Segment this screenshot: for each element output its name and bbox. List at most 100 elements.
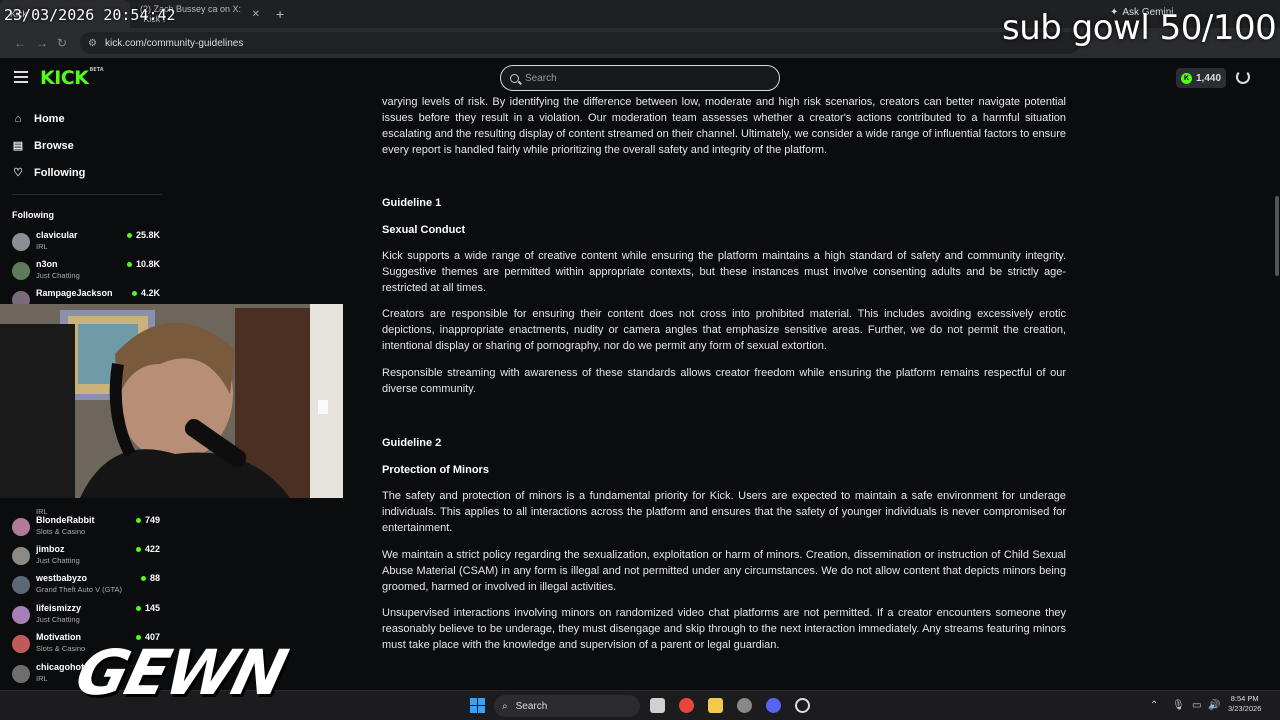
viewer-count: 4.2K [132, 288, 160, 298]
viewer-count: 422 [136, 544, 160, 554]
channel-name: westbabyzo [36, 573, 88, 583]
avatar [12, 665, 30, 683]
kick-logo[interactable]: KICKBETA [40, 67, 104, 89]
sidebar-item-browse[interactable]: ▤ Browse [12, 140, 74, 152]
coins-count: 1,440 [1196, 72, 1222, 84]
channel-category: Slots & Casino [36, 527, 86, 536]
user-menu-icon[interactable] [1236, 70, 1250, 84]
channel-category: IRL [36, 242, 48, 251]
viewer-count: 749 [136, 515, 160, 525]
url-field[interactable]: ⚙ kick.com/community-guidelines [80, 32, 1080, 54]
guideline-title: Protection of Minors [382, 464, 489, 476]
channel-category: IRL [36, 674, 48, 683]
task-view-icon[interactable] [650, 698, 665, 713]
microphone-icon[interactable]: 🎙 [1172, 700, 1185, 711]
avatar [12, 606, 30, 624]
channel-category: Just Chatting [36, 271, 80, 280]
channel-name: jimboz [36, 544, 65, 554]
guideline-label: Guideline 2 [382, 437, 442, 449]
guideline-paragraph: We maintain a strict policy regarding th… [382, 549, 1066, 593]
guideline-paragraph: Creators are responsible for ensuring th… [382, 308, 1066, 352]
following-channel[interactable]: clavicular IRL 25.8K [12, 229, 160, 255]
channel-category: Just Chatting [36, 556, 80, 565]
gewn-watermark: GEWN [68, 636, 293, 709]
following-channel[interactable]: lifeismizzy Just Chatting 145 [12, 602, 160, 628]
channel-name: lifeismizzy [36, 603, 82, 613]
chevron-up-icon[interactable]: ⌃ [1150, 700, 1158, 711]
search-icon: ⌕ [502, 700, 508, 712]
sidebar-item-home[interactable]: ⌂ Home [12, 113, 65, 125]
viewer-count: 25.8K [127, 230, 160, 240]
clock-app-icon[interactable] [795, 698, 810, 713]
network-icon[interactable]: ▭ [1192, 700, 1201, 711]
volume-icon[interactable]: 🔊 [1208, 700, 1220, 711]
channel-name: RampageJackson [36, 288, 113, 298]
hamburger-menu-icon[interactable] [14, 71, 28, 83]
webcam-overlay [0, 304, 343, 498]
avatar [12, 262, 30, 280]
heart-icon: ♡ [13, 167, 23, 179]
channel-category: Just Chatting [36, 615, 80, 624]
chrome-icon[interactable] [679, 698, 694, 713]
avatar [12, 635, 30, 653]
back-icon[interactable]: ← [8, 36, 32, 50]
sidebar-item-following[interactable]: ♡ Following [12, 167, 85, 179]
search-placeholder: Search [525, 72, 557, 84]
file-explorer-icon[interactable] [708, 698, 723, 713]
sidebar-item-label: Home [34, 113, 65, 125]
browse-icon: ▤ [12, 140, 24, 152]
guideline-paragraph: Responsible streaming with awareness of … [382, 367, 1066, 395]
webcam-image [0, 304, 343, 498]
guideline-paragraph: Unsupervised interactions involving mino… [382, 607, 1066, 651]
guideline-label: Guideline 1 [382, 197, 442, 209]
channel-name: Motivation [36, 632, 81, 642]
url-text: kick.com/community-guidelines [104, 37, 244, 49]
taskbar-time: 8:54 PM [1230, 694, 1259, 703]
taskbar-date: 3/23/2026 [1228, 704, 1262, 713]
intro-paragraph: varying levels of risk. By identifying t… [382, 96, 1067, 156]
close-icon[interactable]: ✕ [252, 9, 260, 20]
logo-text: KICK [40, 67, 89, 89]
avatar [12, 547, 30, 565]
viewer-count: 10.8K [127, 259, 160, 269]
sub-goal-overlay: sub gowl 50/100 [1002, 8, 1277, 48]
avatar [12, 233, 30, 251]
search-input[interactable]: Search [500, 65, 780, 91]
channel-category: Slots & Casino [36, 644, 86, 653]
discord-icon[interactable] [766, 698, 781, 713]
taskbar-search-label: Search [515, 700, 548, 712]
reload-icon[interactable]: ↻ [50, 36, 74, 50]
following-channel[interactable]: n3on Just Chatting 10.8K [12, 258, 160, 284]
taskbar-search[interactable]: ⌕ Search [494, 695, 640, 717]
stream-clock: 23/03/2026 20:54:42 [4, 6, 176, 24]
viewer-count: 88 [141, 573, 160, 583]
guideline-paragraph: Kick supports a wide range of creative c… [382, 250, 1066, 294]
page-scrollbar[interactable] [1275, 196, 1279, 276]
sidebar-item-label: Following [34, 167, 86, 179]
viewer-count: 145 [136, 603, 160, 613]
search-icon [510, 73, 519, 83]
guideline-title: Sexual Conduct [382, 224, 466, 236]
channel-name: n3on [36, 259, 58, 269]
sidebar-divider [12, 194, 162, 195]
sidebar-item-label: Browse [34, 140, 74, 152]
avatar [12, 518, 30, 536]
site-info-icon[interactable]: ⚙ [88, 38, 97, 49]
coin-icon: K [1181, 72, 1192, 84]
channel-name: clavicular [36, 230, 78, 240]
guideline-paragraph: The safety and protection of minors is a… [382, 490, 1066, 534]
beta-badge: BETA [89, 67, 104, 73]
following-heading: Following [12, 210, 54, 220]
channel-category: Grand Theft Auto V (GTA) [36, 585, 123, 594]
kick-coins-badge[interactable]: K 1,440 [1176, 68, 1226, 88]
channel-name: BlondeRabbit [36, 515, 95, 525]
following-channel[interactable]: BlondeRabbit Slots & Casino 749 [12, 514, 160, 540]
start-icon[interactable] [470, 698, 485, 713]
new-tab-icon[interactable]: + [276, 6, 284, 22]
following-channel[interactable]: jimboz Just Chatting 422 [12, 543, 160, 569]
app-icon[interactable] [737, 698, 752, 713]
following-channel[interactable]: westbabyzo Grand Theft Auto V (GTA) 88 [12, 572, 160, 598]
channel-name: chicagohot [36, 662, 85, 672]
home-icon: ⌂ [14, 113, 22, 125]
taskbar-clock[interactable]: 8:54 PM 3/23/2026 [1228, 694, 1261, 714]
